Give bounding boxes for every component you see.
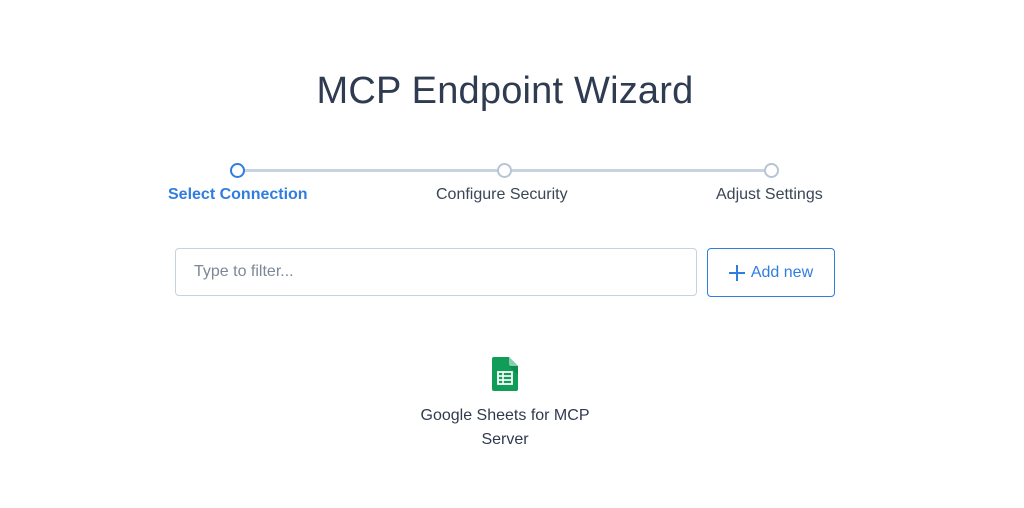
wizard-stepper: Select Connection Configure Security Adj… — [0, 160, 1024, 220]
stepper-connector — [244, 169, 498, 172]
step-select-connection[interactable]: Select Connection — [168, 186, 308, 204]
step-configure-security[interactable]: Configure Security — [436, 186, 568, 204]
step-adjust-settings[interactable]: Adjust Settings — [716, 186, 823, 204]
page-title: MCP Endpoint Wizard — [316, 70, 694, 112]
google-sheets-icon — [492, 357, 518, 391]
stepper-connector — [512, 169, 764, 172]
step-configure-security-marker[interactable] — [497, 163, 512, 178]
plus-icon — [728, 264, 745, 281]
filter-input[interactable] — [175, 248, 697, 296]
connection-card-google-sheets[interactable]: Google Sheets for MCP Server — [405, 352, 605, 452]
step-select-connection-marker[interactable] — [230, 163, 245, 178]
wizard-page: MCP Endpoint Wizard Select Connection Co… — [0, 0, 1024, 508]
connection-name: Google Sheets for MCP Server — [420, 407, 590, 448]
add-new-label: Add new — [750, 263, 814, 281]
add-new-button[interactable]: Add new — [707, 248, 835, 297]
step-adjust-settings-marker[interactable] — [764, 163, 779, 178]
